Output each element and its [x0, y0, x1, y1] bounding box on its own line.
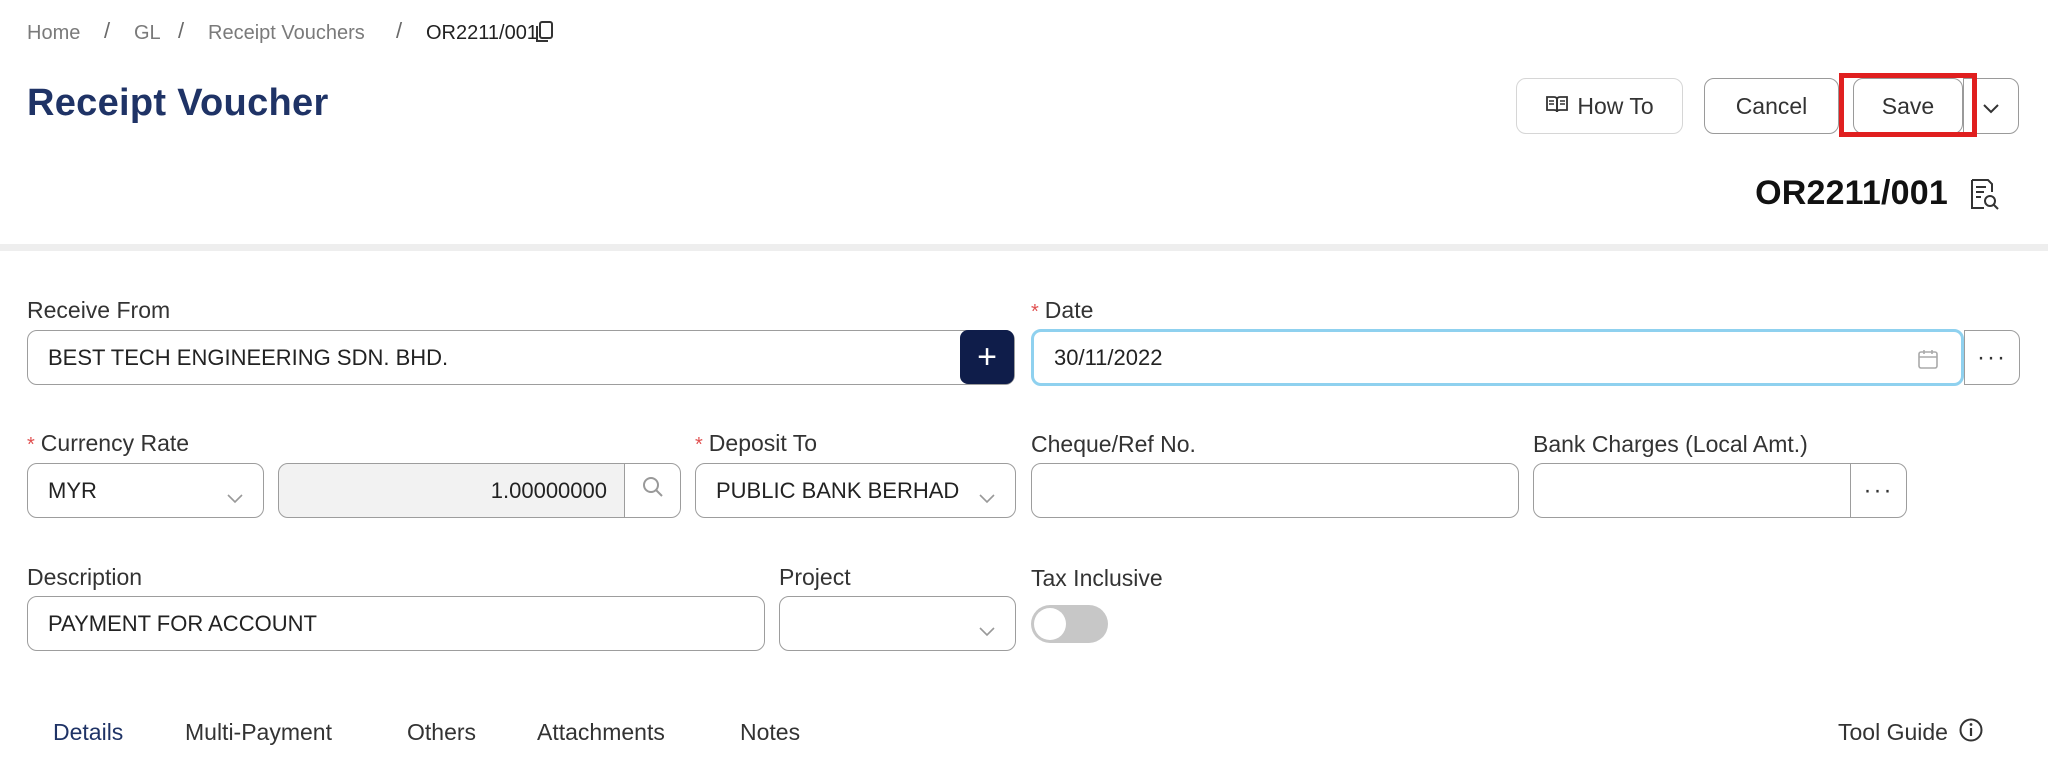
plus-icon: + [977, 338, 997, 376]
date-label: * Date [1031, 295, 1093, 325]
bank-charges-label: Bank Charges (Local Amt.) [1533, 431, 1808, 457]
project-label: Project [779, 564, 851, 590]
description-input[interactable]: PAYMENT FOR ACCOUNT [27, 596, 765, 651]
save-button[interactable]: Save [1853, 78, 1963, 134]
required-asterisk: * [27, 434, 35, 456]
currency-select[interactable]: MYR [27, 463, 264, 518]
calendar-icon[interactable] [1917, 348, 1939, 376]
breadcrumb-home[interactable]: Home [27, 20, 80, 46]
save-options-dropdown[interactable] [1963, 78, 2019, 134]
rate-lookup-button[interactable] [624, 463, 681, 518]
date-value: 30/11/2022 [1054, 344, 1163, 370]
cheque-ref-input[interactable] [1031, 463, 1519, 518]
info-icon [1958, 717, 1984, 748]
date-input[interactable]: 30/11/2022 [1031, 329, 1964, 386]
page-title: Receipt Voucher [27, 82, 329, 124]
chevron-down-icon [227, 484, 243, 510]
required-asterisk: * [1031, 301, 1039, 323]
currency-value: MYR [48, 477, 97, 503]
exchange-rate-input: 1.00000000 [278, 463, 626, 518]
description-value: PAYMENT FOR ACCOUNT [48, 610, 317, 636]
how-to-label: How To [1577, 92, 1654, 119]
required-asterisk: * [695, 434, 703, 456]
receive-from-value: BEST TECH ENGINEERING SDN. BHD. [48, 344, 449, 370]
breadcrumb-receipt-vouchers[interactable]: Receipt Vouchers [208, 20, 365, 46]
tool-guide-label: Tool Guide [1838, 718, 1948, 745]
project-select[interactable] [779, 596, 1016, 651]
deposit-to-value: PUBLIC BANK BERHAD [716, 477, 960, 503]
search-icon [641, 475, 665, 506]
description-label: Description [27, 564, 143, 590]
toggle-knob [1034, 608, 1066, 640]
document-number: OR2211/001 [1755, 174, 1948, 212]
how-to-button[interactable]: How To [1516, 78, 1683, 134]
chevron-down-icon [979, 617, 995, 643]
bank-charges-input[interactable] [1533, 463, 1851, 518]
deposit-to-label: * Deposit To [695, 428, 817, 458]
breadcrumb-gl[interactable]: GL [134, 20, 161, 46]
add-customer-button[interactable]: + [960, 330, 1014, 384]
date-more-button[interactable]: ··· [1964, 330, 2020, 385]
tax-inclusive-toggle[interactable] [1031, 605, 1108, 643]
ellipsis-icon: ··· [1977, 343, 2007, 371]
tool-guide-link[interactable]: Tool Guide [1838, 716, 1984, 748]
tax-inclusive-label: Tax Inclusive [1031, 565, 1163, 591]
document-search-icon[interactable] [1968, 178, 2000, 212]
tab-others[interactable]: Others [407, 716, 476, 748]
breadcrumb-separator: / [104, 18, 111, 43]
deposit-to-select[interactable]: PUBLIC BANK BERHAD [695, 463, 1016, 518]
breadcrumb-current: OR2211/001 [426, 22, 538, 44]
deposit-to-label-text: Deposit To [708, 430, 818, 456]
tab-multi-payment[interactable]: Multi-Payment [185, 716, 332, 748]
tab-notes[interactable]: Notes [740, 716, 800, 748]
chevron-down-icon [979, 484, 995, 510]
chevron-down-icon [1983, 93, 1999, 120]
exchange-rate-value: 1.00000000 [490, 477, 607, 503]
tab-attachments[interactable]: Attachments [537, 716, 665, 748]
date-label-text: Date [1044, 297, 1094, 323]
receive-from-input[interactable]: BEST TECH ENGINEERING SDN. BHD. [27, 330, 1015, 385]
breadcrumb-separator: / [178, 18, 185, 43]
currency-rate-label: * Currency Rate [27, 428, 189, 458]
breadcrumb-separator: / [396, 18, 403, 43]
book-icon [1545, 93, 1569, 120]
receive-from-label: Receive From [27, 297, 171, 323]
ellipsis-icon: ··· [1863, 476, 1894, 504]
copy-icon[interactable] [534, 20, 554, 44]
tab-details[interactable]: Details [53, 716, 123, 748]
cancel-button[interactable]: Cancel [1704, 78, 1839, 134]
currency-rate-label-text: Currency Rate [40, 430, 190, 456]
section-divider [0, 244, 2048, 251]
cheque-ref-label: Cheque/Ref No. [1031, 431, 1196, 457]
bank-charges-more-button[interactable]: ··· [1850, 463, 1907, 518]
